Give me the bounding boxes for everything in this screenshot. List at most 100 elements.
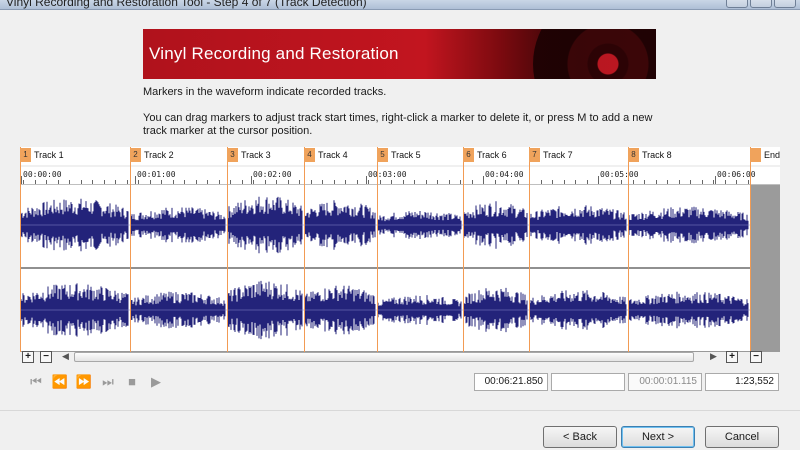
marker-label: Track 5 (391, 150, 421, 160)
ruler-tick (644, 180, 645, 184)
marker-flag[interactable]: 6 (463, 148, 474, 162)
ruler-tick (575, 180, 576, 184)
track-marker[interactable]: 6 Track 6 (463, 147, 507, 352)
ruler-tick (288, 180, 289, 184)
ruler-tick (736, 180, 737, 184)
ruler-tick (115, 180, 116, 184)
marker-label: Track 2 (144, 150, 174, 160)
ruler-tick (35, 180, 36, 184)
zoom-in-left-button[interactable]: + (22, 351, 34, 363)
ruler-label: 00:05:00 (600, 170, 639, 179)
ruler-tick (334, 180, 335, 184)
selection-field[interactable] (551, 373, 625, 391)
marker-label: Track 3 (241, 150, 271, 160)
ruler-label: 00:01:00 (137, 170, 176, 179)
ruler-tick (610, 180, 611, 184)
cancel-button[interactable]: Cancel (705, 426, 779, 448)
marker-label: Track 6 (477, 150, 507, 160)
banner-title: Vinyl Recording and Restoration (149, 44, 399, 63)
marker-flag[interactable]: 8 (628, 148, 639, 162)
ruler-tick (368, 180, 369, 184)
ruler-tick (311, 180, 312, 184)
track-marker[interactable]: 4 Track 4 (304, 147, 348, 352)
marker-flag[interactable]: 3 (227, 148, 238, 162)
ruler-tick (725, 180, 726, 184)
back-button[interactable]: < Back (543, 426, 617, 448)
instructions: Markers in the waveform indicate recorde… (143, 86, 663, 151)
selection-length-field[interactable]: 00:00:01.115 (628, 373, 702, 391)
skip-to-start-icon[interactable]: ⏮ (27, 373, 45, 391)
ruler-tick (230, 180, 231, 184)
ruler-major-tick (483, 176, 484, 184)
current-time-field[interactable]: 00:06:21.850 (474, 373, 548, 391)
waveform-display[interactable] (20, 185, 780, 352)
ruler-tick (92, 180, 93, 184)
ruler-tick (104, 180, 105, 184)
ruler-tick (81, 180, 82, 184)
marker-label: Track 4 (318, 150, 348, 160)
marker-label: Track 7 (543, 150, 573, 160)
track-marker[interactable]: 2 Track 2 (130, 147, 174, 352)
footer-divider (0, 410, 800, 411)
track-marker[interactable]: 1 Track 1 (20, 147, 64, 352)
scroll-track[interactable] (74, 352, 694, 362)
ruler-tick (58, 180, 59, 184)
ruler-tick (587, 180, 588, 184)
instruction-line-1: Markers in the waveform indicate recorde… (143, 86, 387, 98)
zoom-ratio-field[interactable]: 1:23,552 (705, 373, 779, 391)
ruler-tick (219, 180, 220, 184)
skip-to-end-icon[interactable]: ⏭ (99, 373, 117, 391)
track-marker[interactable]: 5 Track 5 (377, 147, 421, 352)
marker-flag[interactable] (750, 148, 761, 162)
track-marker[interactable]: 3 Track 3 (227, 147, 271, 352)
marker-flag[interactable]: 5 (377, 148, 388, 162)
marker-label: End (764, 150, 781, 160)
ruler-tick (449, 180, 450, 184)
next-button[interactable]: Next > (621, 426, 695, 448)
zoom-out-left-button[interactable]: − (40, 351, 52, 363)
waveform-editor[interactable]: 00:00:00 00:01:00 00:02:00 00:03:00 00:04:00… (20, 147, 780, 352)
previous-track-icon[interactable]: ⏪ (51, 373, 69, 391)
marker-flag[interactable]: 2 (130, 148, 141, 162)
marker-flag[interactable]: 7 (529, 148, 540, 162)
minimize-button[interactable] (726, 0, 748, 8)
play-icon[interactable]: ▶ (147, 373, 165, 391)
title-bar: Vinyl Recording and Restoration Tool - S… (0, 0, 800, 10)
close-button[interactable] (774, 0, 796, 8)
ruler-tick (207, 180, 208, 184)
ruler-tick (506, 180, 507, 184)
ruler-tick (702, 180, 703, 184)
track-marker[interactable]: 7 Track 7 (529, 147, 573, 352)
ruler-tick (552, 180, 553, 184)
vinyl-record-image (533, 29, 656, 79)
track-marker[interactable]: End (750, 147, 780, 352)
scroll-right-icon[interactable]: ▶ (710, 351, 717, 362)
ruler-tick (518, 180, 519, 184)
stop-icon[interactable]: ■ (123, 373, 141, 391)
ruler-tick (748, 180, 749, 184)
zoom-in-right-button[interactable]: + (726, 351, 738, 363)
zoom-out-right-button[interactable]: − (750, 351, 762, 363)
ruler-tick (633, 180, 634, 184)
ruler-tick (46, 180, 47, 184)
ruler-major-tick (135, 176, 136, 184)
track-marker[interactable]: 8 Track 8 (628, 147, 672, 352)
instruction-line-2: You can drag markers to adjust track sta… (143, 112, 653, 137)
ruler-tick (541, 180, 542, 184)
ruler-tick (150, 180, 151, 184)
ruler-tick (414, 180, 415, 184)
marker-flag[interactable]: 4 (304, 148, 315, 162)
scroll-left-icon[interactable]: ◀ (62, 351, 69, 362)
waveform-scrollbar[interactable]: + − ◀ ▶ + − (20, 351, 780, 364)
header-banner: Vinyl Recording and Restoration (143, 29, 656, 79)
ruler-tick (621, 180, 622, 184)
ruler-tick (564, 180, 565, 184)
next-track-icon[interactable]: ⏩ (75, 373, 93, 391)
ruler-tick (184, 180, 185, 184)
ruler-tick (69, 180, 70, 184)
marker-flag[interactable]: 1 (20, 148, 31, 162)
ruler-tick (437, 180, 438, 184)
ruler-tick (322, 180, 323, 184)
maximize-button[interactable] (750, 0, 772, 8)
ruler-tick (472, 180, 473, 184)
